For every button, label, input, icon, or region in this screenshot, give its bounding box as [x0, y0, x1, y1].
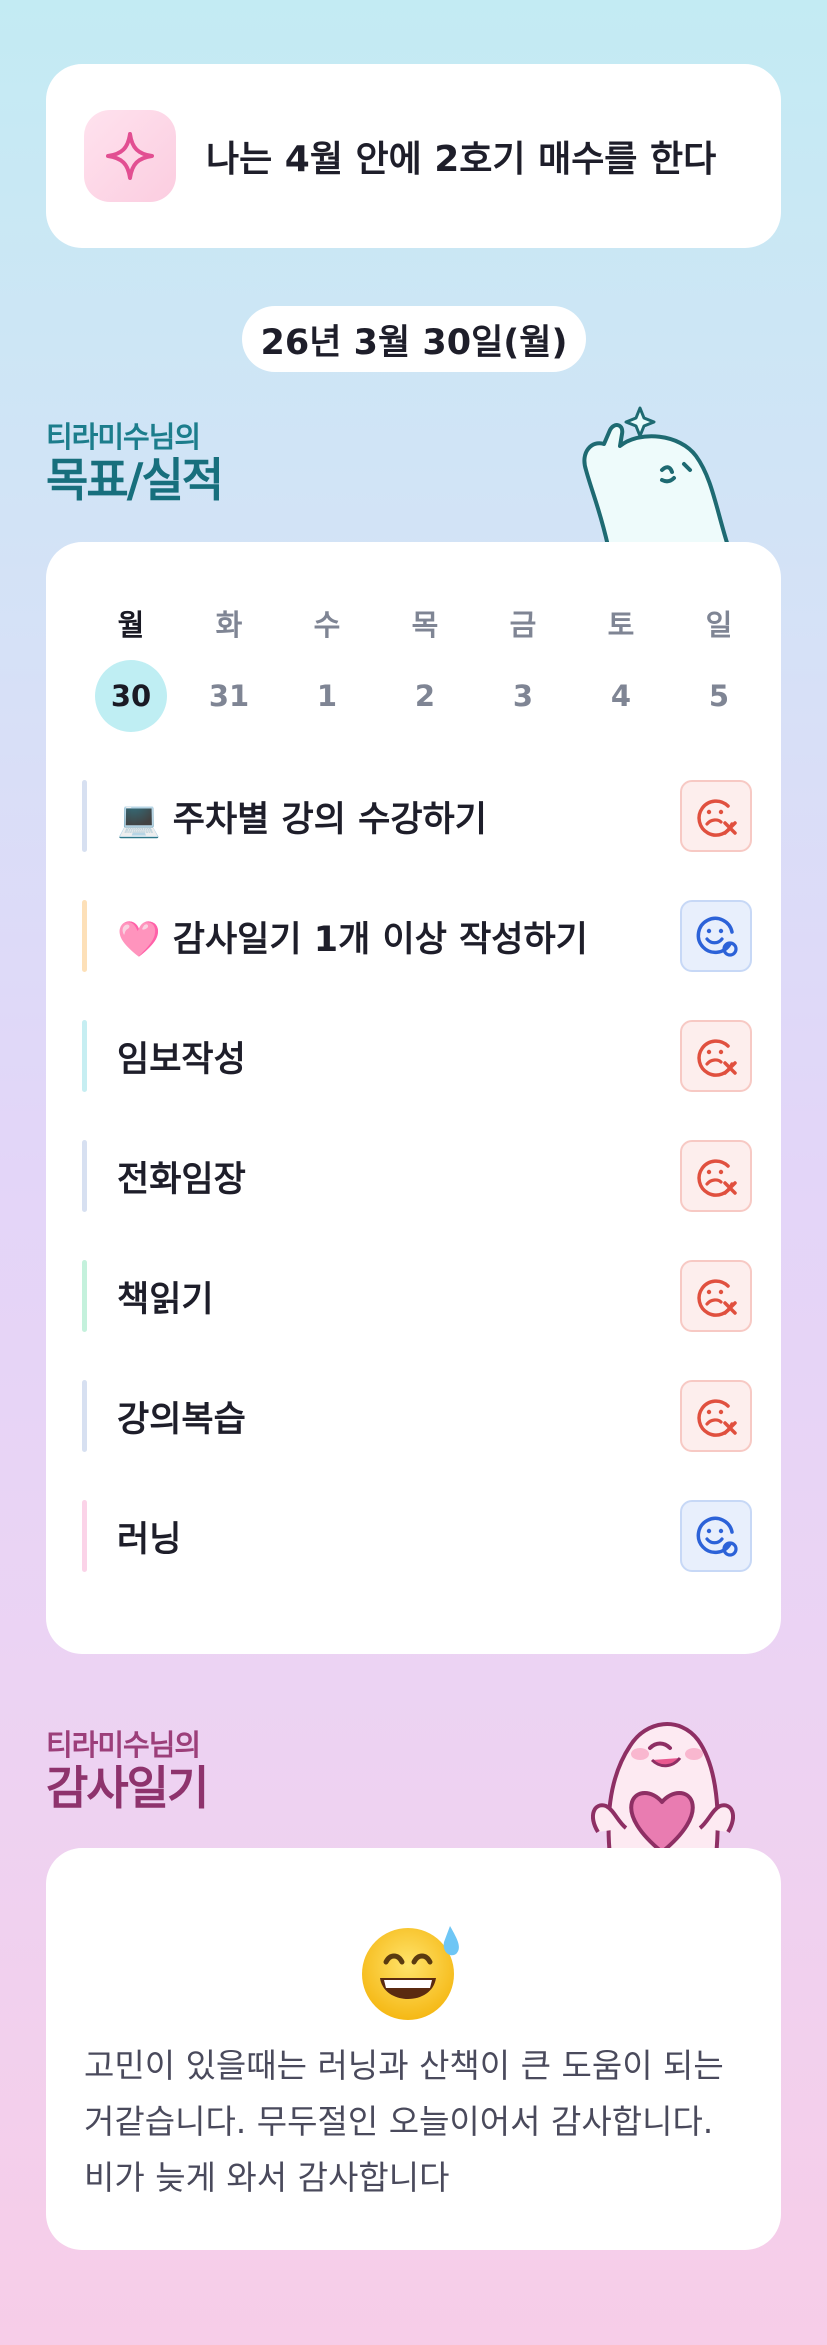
goals-card: 월 30 화 31 수 1 목 2 금 3 토 4 일 5 💻 주차별 강의 수…: [46, 542, 781, 1654]
habit-item[interactable]: 강의복습: [82, 1380, 752, 1452]
sad-face-x-icon[interactable]: [680, 1020, 752, 1092]
day-column[interactable]: 토 4: [572, 602, 670, 732]
habit-color-bar: [82, 780, 87, 852]
heart-mascot-icon: [590, 1722, 736, 1858]
day-of-week: 일: [705, 608, 733, 642]
habit-label: 강의복습: [117, 1399, 246, 1440]
date-pill[interactable]: 26년 3월 30일(월): [242, 306, 586, 372]
habit-color-bar: [82, 1140, 87, 1212]
habit-item[interactable]: 전화임장: [82, 1140, 752, 1212]
habit-item[interactable]: 책읽기: [82, 1260, 752, 1332]
day-column[interactable]: 화 31: [180, 602, 278, 732]
gratitude-text: 고민이 있을때는 러닝과 산책이 큰 도움이 되는거같습니다. 무두절인 오늘이…: [84, 2046, 724, 2197]
habit-color-bar: [82, 1500, 87, 1572]
goals-section-header: 티라미수님의 목표/실적: [46, 414, 224, 507]
day-number[interactable]: 1: [291, 660, 363, 732]
habit-color-bar: [82, 1260, 87, 1332]
day-of-week: 토: [607, 608, 635, 642]
habit-item[interactable]: 임보작성: [82, 1020, 752, 1092]
day-of-week: 목: [411, 608, 439, 642]
day-of-week: 월: [117, 608, 145, 642]
sad-face-x-icon[interactable]: [680, 1260, 752, 1332]
habit-label: 전화임장: [117, 1159, 246, 1200]
habit-item[interactable]: 💻 주차별 강의 수강하기: [82, 780, 752, 852]
day-column[interactable]: 금 3: [474, 602, 572, 732]
sad-face-x-icon[interactable]: [680, 780, 752, 852]
habit-color-bar: [82, 900, 87, 972]
day-column[interactable]: 목 2: [376, 602, 474, 732]
habit-label: 임보작성: [117, 1039, 246, 1080]
habit-label: 💻 주차별 강의 수강하기: [117, 799, 487, 840]
sad-face-x-icon[interactable]: [680, 1140, 752, 1212]
day-number-selected[interactable]: 30: [95, 660, 167, 732]
day-column[interactable]: 수 1: [278, 602, 376, 732]
day-of-week: 수: [313, 608, 341, 642]
habit-color-bar: [82, 1380, 87, 1452]
habit-list: 💻 주차별 강의 수강하기 🩷 감사일기 1개 이상 작성하기 임보작성 전화임…: [82, 780, 752, 1620]
goals-section-subtitle: 티라미수님의: [46, 420, 201, 454]
goals-section-title: 목표/실적: [46, 453, 224, 507]
gratitude-section-title: 감사일기: [46, 1761, 209, 1815]
day-number[interactable]: 2: [389, 660, 461, 732]
day-number[interactable]: 3: [487, 660, 559, 732]
smile-face-check-icon[interactable]: [680, 1500, 752, 1572]
gratitude-section-subtitle: 티라미수님의: [46, 1728, 201, 1762]
smile-face-check-icon[interactable]: [680, 900, 752, 972]
habit-label: 책읽기: [117, 1279, 214, 1320]
habit-label: 🩷 감사일기 1개 이상 작성하기: [117, 919, 588, 960]
ghost-mascot-icon: [582, 406, 730, 548]
day-column[interactable]: 일 5: [670, 602, 768, 732]
goal-card[interactable]: 나는 4월 안에 2호기 매수를 한다: [46, 64, 781, 248]
habit-item[interactable]: 러닝: [82, 1500, 752, 1572]
gratitude-section-header: 티라미수님의 감사일기: [46, 1722, 209, 1815]
goal-text: 나는 4월 안에 2호기 매수를 한다: [206, 139, 717, 180]
habit-label: 러닝: [117, 1519, 182, 1560]
day-column[interactable]: 월 30: [82, 602, 180, 732]
day-number[interactable]: 5: [683, 660, 755, 732]
habit-item[interactable]: 🩷 감사일기 1개 이상 작성하기: [82, 900, 752, 972]
day-number[interactable]: 31: [193, 660, 265, 732]
sparkle-icon: [84, 110, 176, 202]
grinning-sweat-emoji: [362, 1926, 459, 2020]
gratitude-card[interactable]: 고민이 있을때는 러닝과 산책이 큰 도움이 되는거같습니다. 무두절인 오늘이…: [46, 1848, 781, 2250]
day-of-week: 화: [215, 608, 243, 642]
sad-face-x-icon[interactable]: [680, 1380, 752, 1452]
day-number[interactable]: 4: [585, 660, 657, 732]
day-of-week: 금: [509, 608, 537, 642]
habit-color-bar: [82, 1020, 87, 1092]
week-strip: 월 30 화 31 수 1 목 2 금 3 토 4 일 5: [82, 602, 768, 732]
